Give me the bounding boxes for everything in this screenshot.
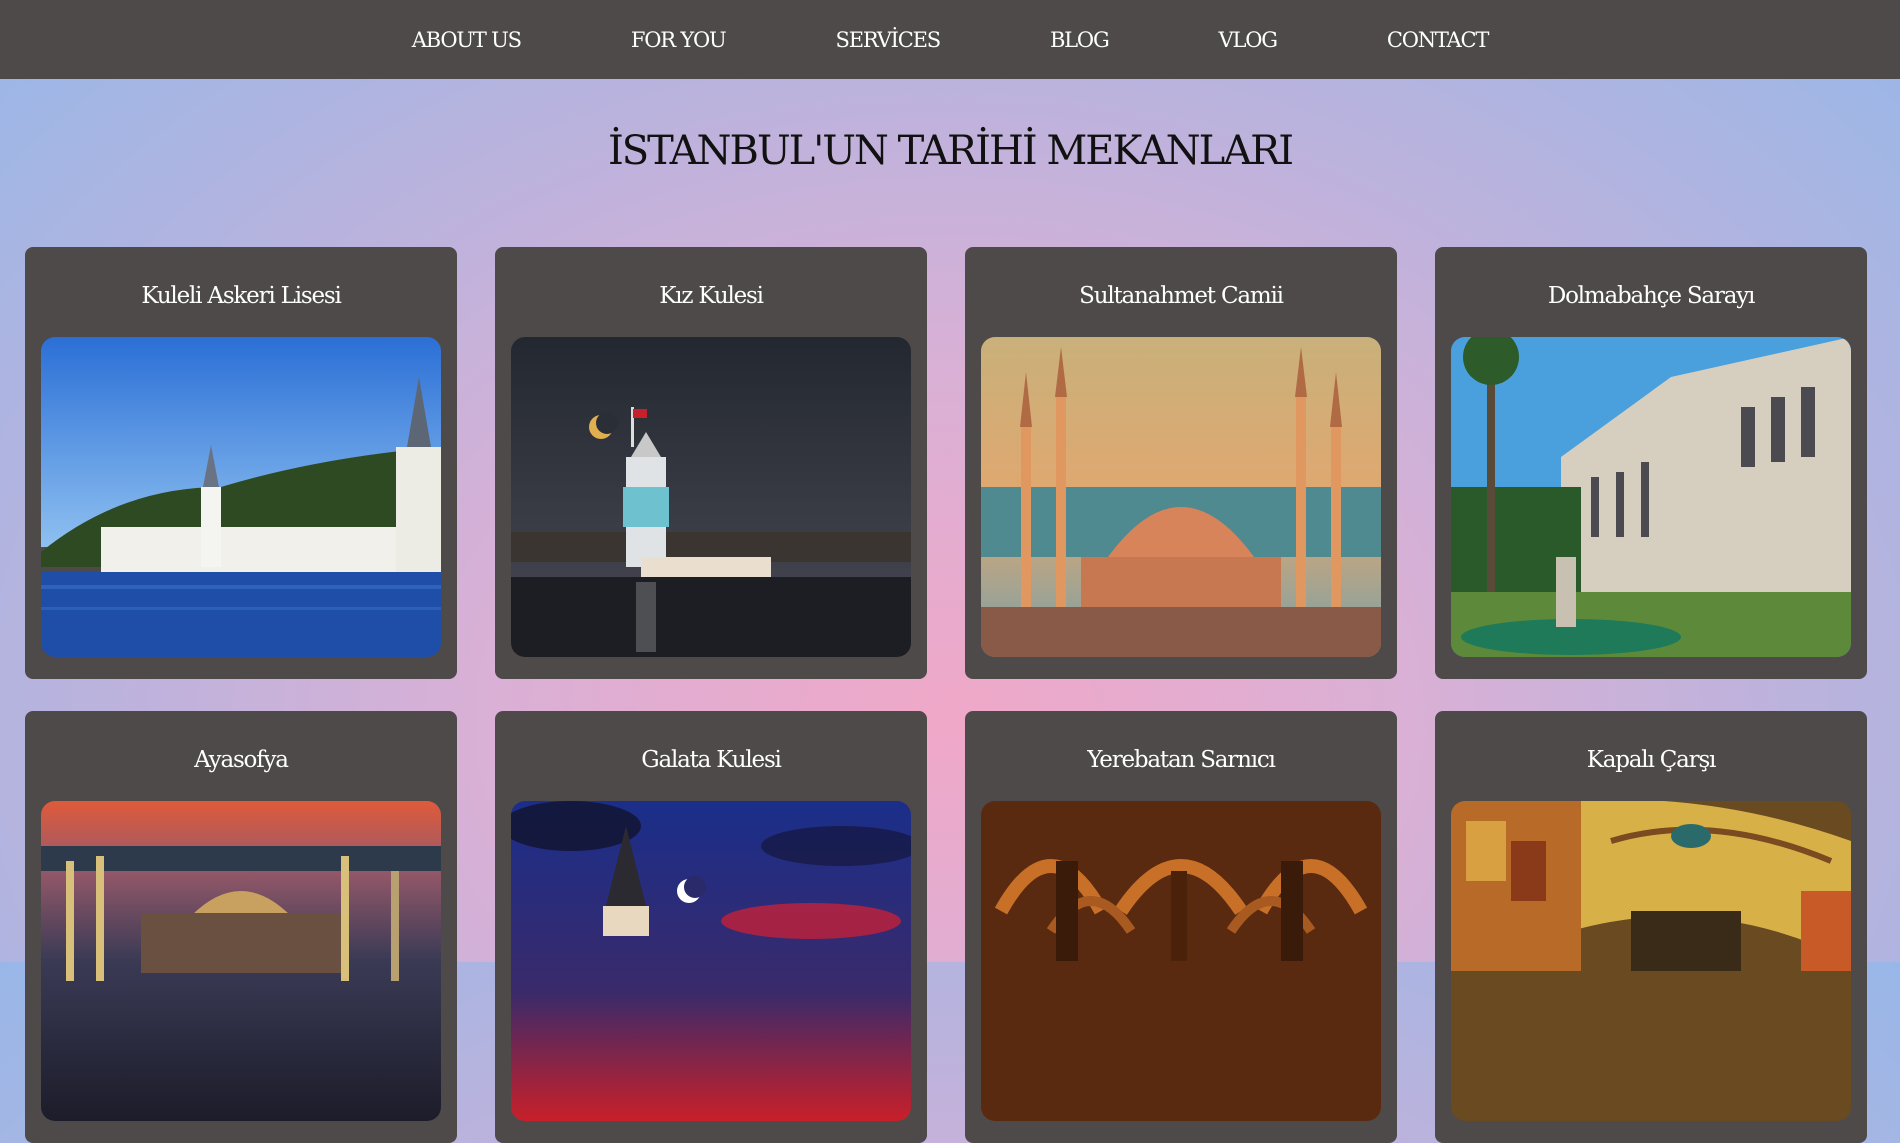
- card-title: Yerebatan Sarnıcı: [1087, 747, 1276, 773]
- card-title: Galata Kulesi: [641, 747, 782, 773]
- card-image-kuleli[interactable]: [41, 337, 441, 657]
- card-title: Dolmabahçe Sarayı: [1547, 283, 1756, 309]
- place-card-kiz-kulesi[interactable]: Kız Kulesi: [495, 247, 927, 679]
- card-image-galata[interactable]: [511, 801, 911, 1121]
- nav-link-blog[interactable]: BLOG: [1050, 28, 1110, 52]
- place-card-sultanahmet[interactable]: Sultanahmet Camii: [965, 247, 1397, 679]
- card-image-ayasofya[interactable]: [41, 801, 441, 1121]
- card-title: Kapalı Çarşı: [1586, 747, 1717, 773]
- nav-link-contact[interactable]: CONTACT: [1387, 28, 1490, 52]
- card-image-sultanahmet[interactable]: [981, 337, 1381, 657]
- nav-link-about-us[interactable]: ABOUT US: [412, 28, 522, 52]
- nav-link-for-you[interactable]: FOR YOU: [631, 28, 727, 52]
- nav-link-services[interactable]: SERVİCES: [836, 28, 942, 52]
- card-image-dolmabahce[interactable]: [1451, 337, 1851, 657]
- card-title: Ayasofya: [194, 747, 289, 773]
- nav-link-vlog[interactable]: VLOG: [1219, 28, 1279, 52]
- place-card-galata[interactable]: Galata Kulesi: [495, 711, 927, 1143]
- place-card-yerebatan[interactable]: Yerebatan Sarnıcı: [965, 711, 1397, 1143]
- card-title: Kız Kulesi: [659, 283, 764, 309]
- place-card-kapali-carsi[interactable]: Kapalı Çarşı: [1435, 711, 1867, 1143]
- place-card-dolmabahce[interactable]: Dolmabahçe Sarayı: [1435, 247, 1867, 679]
- card-image-kapali-carsi[interactable]: [1451, 801, 1851, 1121]
- place-card-ayasofya[interactable]: Ayasofya: [25, 711, 457, 1143]
- page-title: İSTANBUL'UN TARİHİ MEKANLARI: [607, 128, 1294, 174]
- card-image-kiz-kulesi[interactable]: [511, 337, 911, 657]
- card-title: Kuleli Askeri Lisesi: [141, 283, 342, 309]
- top-nav: ABOUT US FOR YOU SERVİCES BLOG VLOG CONT…: [0, 0, 1900, 79]
- card-image-yerebatan[interactable]: [981, 801, 1381, 1121]
- card-title: Sultanahmet Camii: [1079, 283, 1284, 309]
- place-card-kuleli[interactable]: Kuleli Askeri Lisesi: [25, 247, 457, 679]
